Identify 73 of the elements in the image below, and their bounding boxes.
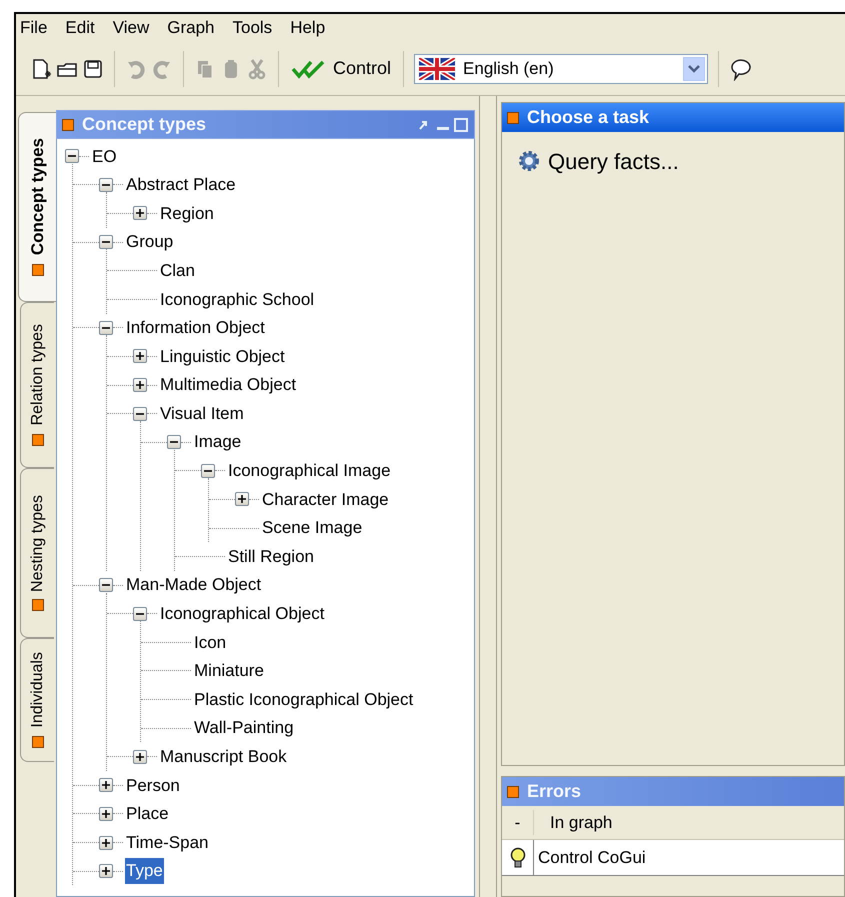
tree-item[interactable]: Iconographical Object bbox=[159, 601, 326, 627]
expand-icon[interactable] bbox=[235, 492, 249, 506]
panel-icon bbox=[507, 786, 519, 798]
tree-item[interactable]: Iconographical Image bbox=[227, 458, 392, 484]
tree-item[interactable]: Iconographic School bbox=[159, 286, 316, 312]
menu-item[interactable]: Tools bbox=[224, 15, 282, 41]
tree-item[interactable]: Region bbox=[159, 200, 215, 226]
tree-item[interactable]: Man-Made Object bbox=[125, 572, 262, 598]
save-icon[interactable] bbox=[82, 58, 104, 80]
panel-icon bbox=[62, 118, 74, 130]
expand-icon[interactable] bbox=[133, 750, 147, 764]
tree-item[interactable]: Clan bbox=[159, 258, 196, 284]
tree-item[interactable]: Person bbox=[125, 772, 181, 798]
tree-item[interactable]: Visual Item bbox=[159, 400, 245, 426]
tree-item[interactable]: Character Image bbox=[261, 486, 390, 512]
panel-icon bbox=[507, 112, 519, 124]
menu-item[interactable]: File bbox=[16, 15, 56, 41]
tree-item[interactable]: Still Region bbox=[227, 544, 315, 570]
side-tab[interactable]: Individuals bbox=[20, 638, 54, 762]
panel-title: Choose a task bbox=[527, 106, 650, 129]
column-header[interactable]: - bbox=[502, 810, 534, 836]
tree-item[interactable]: Time-Span bbox=[125, 830, 210, 856]
tree-item[interactable]: Image bbox=[193, 429, 242, 455]
collapse-icon[interactable] bbox=[99, 578, 113, 592]
collapse-icon[interactable] bbox=[65, 149, 79, 164]
collapse-icon[interactable] bbox=[99, 178, 113, 192]
pin-icon[interactable] bbox=[418, 118, 428, 130]
tree-item[interactable]: Scene Image bbox=[261, 515, 364, 541]
menu-item[interactable]: Edit bbox=[56, 15, 104, 41]
flag-icon bbox=[419, 58, 456, 80]
collapse-icon[interactable] bbox=[201, 464, 215, 478]
language-dropdown[interactable]: English (en) bbox=[414, 54, 708, 84]
maximize-icon[interactable] bbox=[454, 118, 468, 132]
tree-item[interactable]: Linguistic Object bbox=[159, 344, 286, 370]
collapse-icon[interactable] bbox=[99, 320, 113, 335]
collapse-icon[interactable] bbox=[133, 606, 147, 621]
side-tab[interactable]: Nesting types bbox=[20, 468, 54, 638]
tree-item[interactable]: Plastic Iconographical Object bbox=[193, 686, 414, 712]
tree-item[interactable]: Manuscript Book bbox=[159, 744, 288, 770]
menu-item[interactable]: Help bbox=[281, 15, 334, 41]
tree-item[interactable]: Place bbox=[125, 801, 170, 827]
tree-item[interactable]: EO bbox=[91, 144, 118, 170]
collapse-icon[interactable] bbox=[99, 235, 113, 250]
column-header[interactable]: In graph bbox=[534, 810, 612, 836]
tree-item[interactable]: Wall-Painting bbox=[193, 715, 295, 741]
menu-item[interactable]: Graph bbox=[158, 15, 224, 41]
expand-icon[interactable] bbox=[133, 378, 147, 392]
tree-item[interactable]: Type bbox=[125, 858, 164, 884]
expand-icon[interactable] bbox=[99, 778, 113, 792]
tree-item[interactable]: Abstract Place bbox=[125, 172, 237, 198]
expand-icon[interactable] bbox=[133, 349, 147, 364]
tree-item[interactable]: Information Object bbox=[125, 315, 266, 341]
control-button[interactable]: Control bbox=[289, 55, 394, 82]
table-cell-text: Control CoGui bbox=[537, 846, 646, 869]
task-link[interactable]: Query facts... bbox=[548, 144, 679, 178]
side-tab[interactable]: Concept types bbox=[18, 112, 56, 302]
panel-title: Errors bbox=[527, 780, 582, 803]
menu-item[interactable]: View bbox=[104, 15, 158, 41]
double-check-icon bbox=[291, 58, 327, 78]
panel-title: Concept types bbox=[82, 113, 206, 136]
expand-icon[interactable] bbox=[99, 864, 113, 878]
tree-item[interactable]: Group bbox=[125, 229, 174, 255]
expand-icon[interactable] bbox=[99, 836, 113, 850]
collapse-icon[interactable] bbox=[167, 435, 181, 450]
tree-item[interactable]: Icon bbox=[193, 630, 228, 656]
gear-icon bbox=[518, 150, 540, 172]
side-tab[interactable]: Relation types bbox=[20, 302, 54, 468]
expand-icon[interactable] bbox=[99, 806, 113, 821]
speech-bubble-icon[interactable] bbox=[729, 56, 754, 80]
expand-icon[interactable] bbox=[133, 206, 147, 220]
tree-item[interactable]: Miniature bbox=[193, 658, 265, 684]
tree-item[interactable]: Multimedia Object bbox=[159, 372, 298, 398]
collapse-icon[interactable] bbox=[133, 406, 147, 421]
